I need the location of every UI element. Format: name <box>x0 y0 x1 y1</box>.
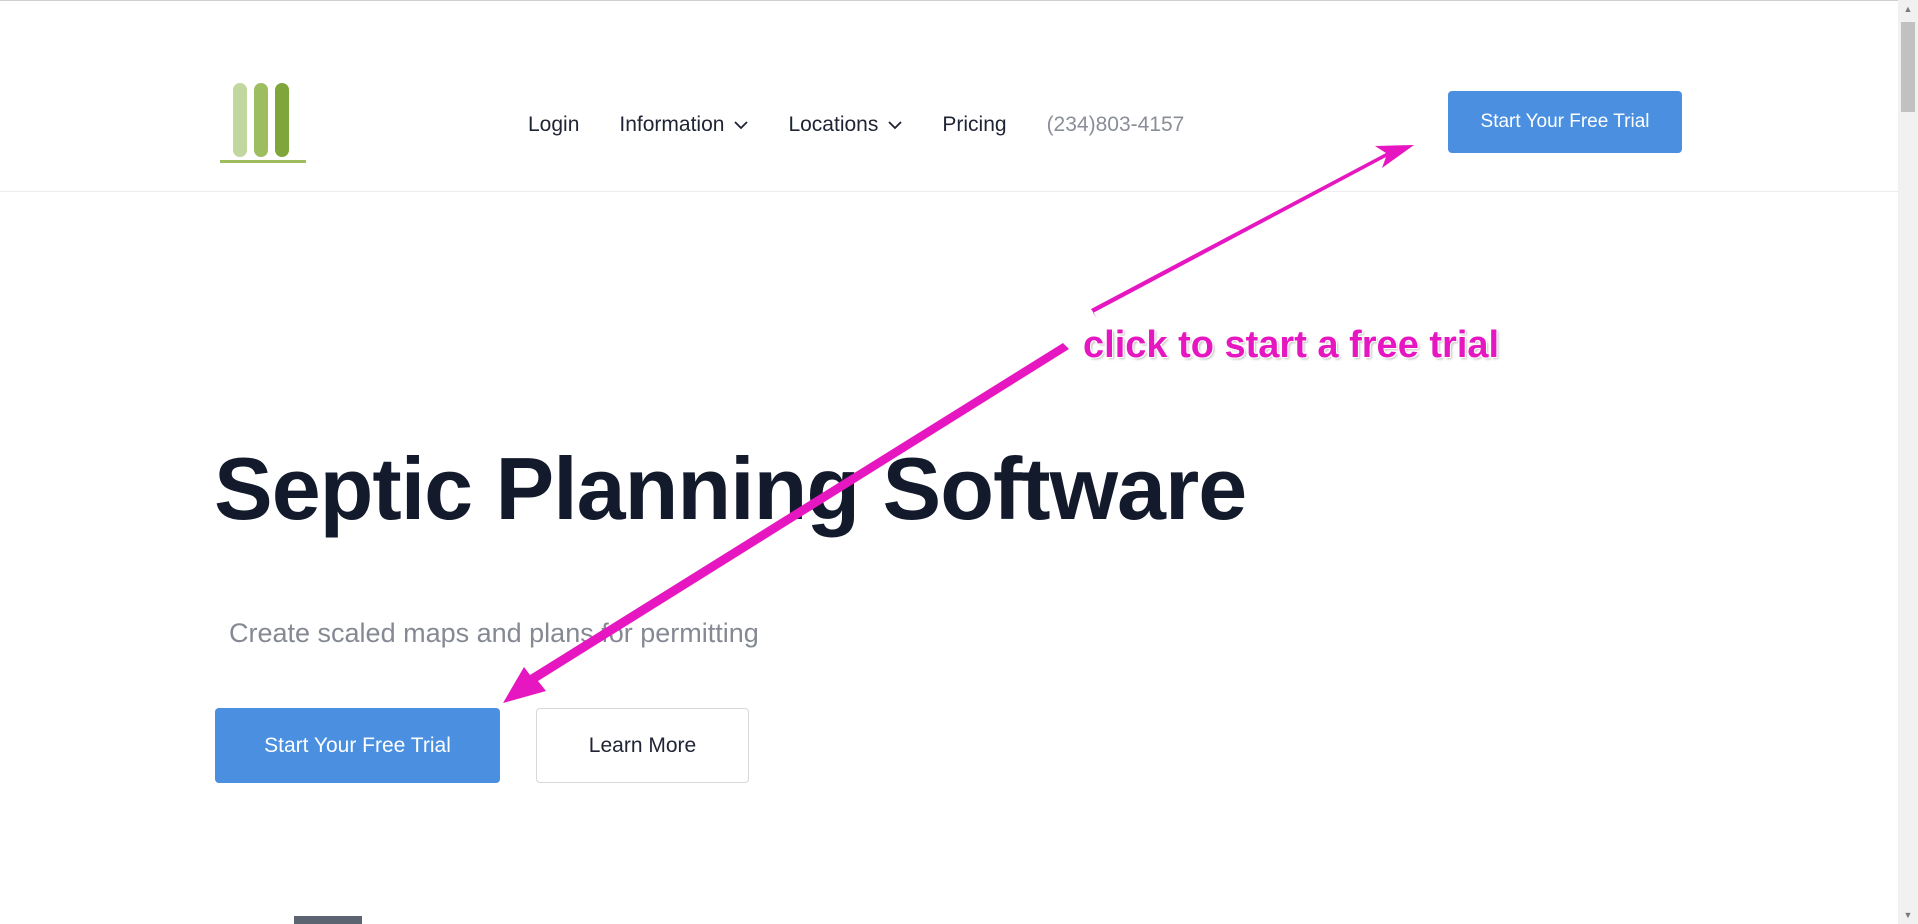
content-block-partial <box>294 916 362 924</box>
vertical-scrollbar[interactable]: ▲ ▼ <box>1898 0 1918 924</box>
annotation-callout-text: click to start a free trial <box>1083 324 1500 366</box>
nav-information[interactable]: Information <box>619 113 749 137</box>
learn-more-button[interactable]: Learn More <box>536 708 749 783</box>
nav-login[interactable]: Login <box>528 113 579 137</box>
nav-pricing-label: Pricing <box>942 113 1007 136</box>
chevron-down-icon <box>888 120 902 129</box>
hero-start-trial-button[interactable]: Start Your Free Trial <box>215 708 500 783</box>
nav-phone-link[interactable]: (234)803-4157 <box>1047 113 1185 137</box>
nav-login-label: Login <box>528 113 580 136</box>
nav-information-label: Information <box>619 113 725 136</box>
hero-subtitle: Create scaled maps and plans for permitt… <box>229 618 759 648</box>
site-header: Login Information Locations Pricing (234… <box>0 1 1898 192</box>
logo-icon[interactable] <box>219 81 307 165</box>
scrollbar-thumb[interactable] <box>1901 22 1915 112</box>
scroll-up-icon[interactable]: ▲ <box>1898 0 1918 18</box>
main-nav: Login Information Locations Pricing (234… <box>528 107 1184 143</box>
nav-locations[interactable]: Locations <box>788 113 902 137</box>
scroll-down-icon[interactable]: ▼ <box>1898 906 1918 924</box>
nav-pricing[interactable]: Pricing <box>942 113 1006 137</box>
nav-locations-label: Locations <box>788 113 879 136</box>
header-start-trial-button[interactable]: Start Your Free Trial <box>1448 91 1682 153</box>
hero-title: Septic Planning Software <box>214 439 1247 538</box>
chevron-down-icon <box>734 120 749 129</box>
page: Login Information Locations Pricing (234… <box>0 0 1918 924</box>
